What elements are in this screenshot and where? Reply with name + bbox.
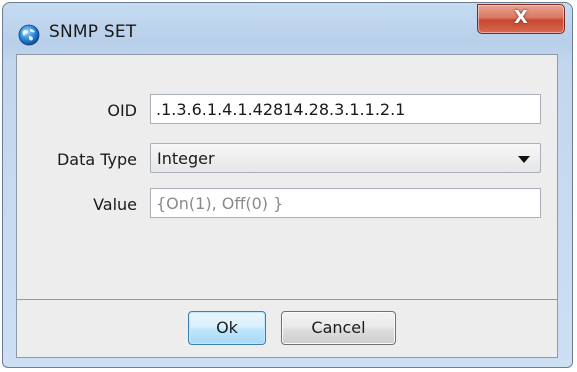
value-input[interactable]: {On(1), Off(0) }: [150, 188, 541, 218]
snmp-set-dialog: SNMP SET X OID .1.3.6.1.4.1.42814.28.3.1…: [2, 2, 573, 368]
oid-input[interactable]: .1.3.6.1.4.1.42814.28.3.1.1.2.1: [150, 94, 541, 124]
chevron-down-icon: [518, 156, 530, 163]
oid-label: OID: [107, 101, 137, 120]
close-button[interactable]: X: [477, 4, 565, 34]
cancel-button[interactable]: Cancel: [281, 311, 396, 345]
data-type-selected-value: Integer: [157, 149, 215, 168]
value-label: Value: [93, 195, 137, 214]
close-icon: X: [514, 7, 528, 28]
ok-button[interactable]: Ok: [188, 311, 266, 345]
data-type-label: Data Type: [56, 150, 137, 169]
globe-icon: [18, 24, 40, 46]
button-bar: Ok Cancel: [16, 300, 558, 358]
form-panel: OID .1.3.6.1.4.1.42814.28.3.1.1.2.1 Data…: [16, 54, 558, 300]
window-title: SNMP SET: [49, 22, 137, 42]
data-type-select[interactable]: Integer: [150, 143, 541, 173]
title-bar[interactable]: SNMP SET X: [3, 3, 572, 55]
